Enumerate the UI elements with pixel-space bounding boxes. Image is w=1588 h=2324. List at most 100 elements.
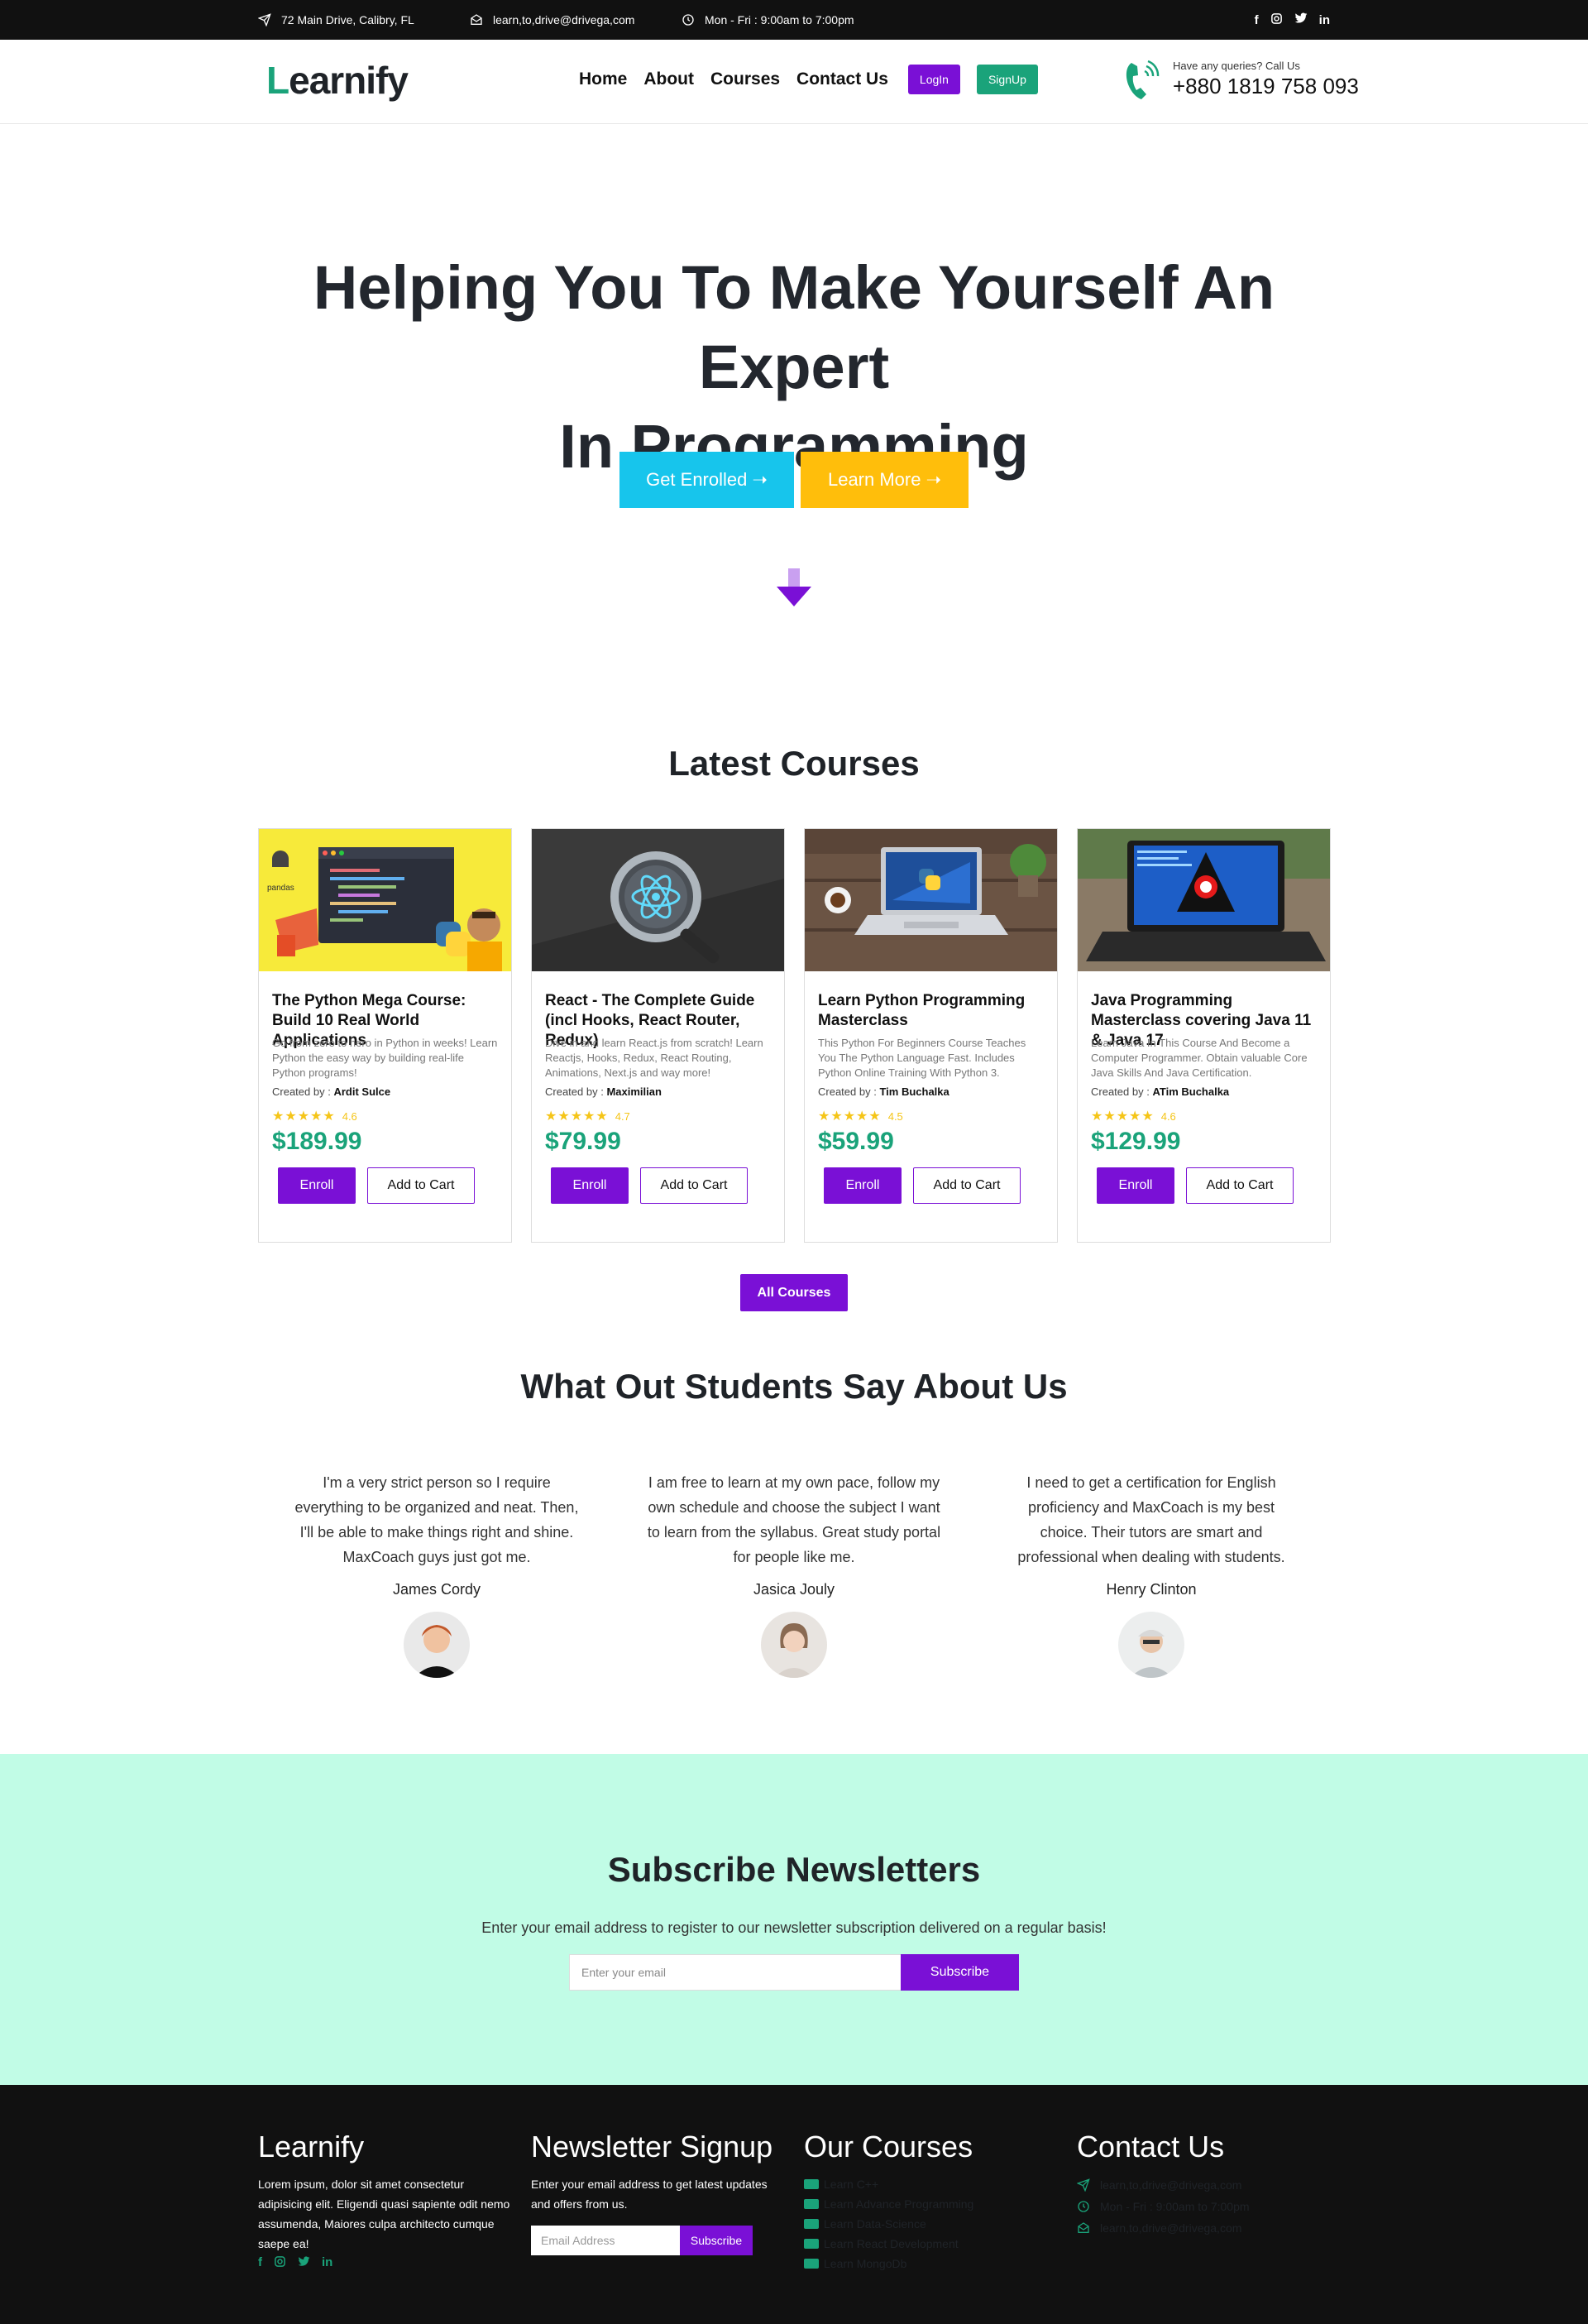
twitter-icon[interactable] bbox=[1294, 12, 1308, 28]
instagram-icon[interactable] bbox=[274, 2255, 286, 2271]
course-title[interactable]: Java Programming Masterclass covering Ja… bbox=[1091, 991, 1317, 1049]
course-rating: ★★★★★ 4.6 bbox=[272, 1108, 498, 1124]
laptop-python-icon[interactable] bbox=[805, 829, 1057, 971]
course-price: $129.99 bbox=[1091, 1128, 1181, 1155]
mail-icon bbox=[1078, 2222, 1089, 2233]
course-rating: ★★★★★ 4.5 bbox=[818, 1108, 1044, 1124]
course-desc: Go from zero to hero in Python in weeks!… bbox=[272, 1037, 498, 1079]
all-courses-button[interactable]: All Courses bbox=[740, 1274, 848, 1311]
book-icon bbox=[804, 2179, 819, 2189]
footer-course-item[interactable]: Learn MongoDb bbox=[804, 2254, 1060, 2274]
signup-button[interactable]: SignUp bbox=[976, 65, 1038, 94]
linkedin-icon[interactable]: in bbox=[322, 2255, 332, 2271]
author-name: Tim Buchalka bbox=[879, 1085, 949, 1098]
call-box: Have any queries? Call Us +880 1819 758 … bbox=[1123, 56, 1359, 103]
nav-home[interactable]: Home bbox=[579, 69, 627, 89]
address-text: 72 Main Drive, Calibry, FL bbox=[281, 13, 414, 26]
top-bar: 72 Main Drive, Calibry, FL learn,to,driv… bbox=[0, 0, 1588, 40]
react-magnifier-icon[interactable] bbox=[532, 829, 784, 971]
subscribe-button[interactable]: Subscribe bbox=[901, 1954, 1019, 1991]
courses-title: Latest Courses bbox=[668, 744, 920, 783]
subscribe-title: Subscribe Newsletters bbox=[607, 1850, 981, 1889]
footer-about: Learnify Lorem ipsum, dolor sit amet con… bbox=[258, 2130, 514, 2271]
course-author: Created by : Tim Buchalka bbox=[818, 1085, 1044, 1098]
testimonial-quote: I am free to learn at my own pace, follo… bbox=[647, 1474, 941, 1565]
arrow-down-icon[interactable] bbox=[775, 567, 813, 610]
add-to-cart-button[interactable]: Add to Cart bbox=[1186, 1167, 1294, 1204]
footer-newsletter-text: Enter your email address to get latest u… bbox=[531, 2178, 768, 2211]
hours-info: Mon - Fri : 9:00am to 7:00pm bbox=[682, 0, 854, 40]
course-price: $59.99 bbox=[818, 1128, 894, 1155]
course-card: React - The Complete Guide (incl Hooks, … bbox=[531, 828, 785, 1243]
nav-about[interactable]: About bbox=[643, 69, 694, 89]
python-code-screen-icon[interactable]: pandas bbox=[259, 829, 511, 971]
laptop-java-icon[interactable] bbox=[1078, 829, 1330, 971]
add-to-cart-button[interactable]: Add to Cart bbox=[640, 1167, 748, 1204]
footer-contact-email[interactable]: learn,to,drive@drivega,com bbox=[1100, 2174, 1241, 2196]
footer-course-item[interactable]: Learn React Development bbox=[804, 2234, 1060, 2254]
nav-courses[interactable]: Courses bbox=[710, 69, 780, 89]
course-title[interactable]: React - The Complete Guide (incl Hooks, … bbox=[545, 991, 771, 1049]
testimonial-card: I am free to learn at my own pace, follo… bbox=[645, 1470, 943, 1678]
course-title[interactable]: Learn Python Programming Masterclass bbox=[818, 991, 1044, 1031]
footer-subscribe-button[interactable]: Subscribe bbox=[680, 2226, 753, 2255]
created-by-label: Created by : bbox=[818, 1085, 877, 1098]
rating-value: 4.6 bbox=[342, 1109, 357, 1123]
send-icon bbox=[1077, 2178, 1090, 2192]
star-rating-icon: ★★★★★ bbox=[272, 1109, 336, 1124]
facebook-icon[interactable]: f bbox=[258, 2255, 262, 2271]
enroll-button[interactable]: Enroll bbox=[824, 1167, 902, 1204]
rating-value: 4.7 bbox=[615, 1109, 630, 1123]
footer-contact-item: Mon - Fri : 9:00am to 7:00pm bbox=[1077, 2196, 1333, 2217]
footer bbox=[0, 2085, 1588, 2324]
learn-more-button[interactable]: Learn More ➝ bbox=[801, 452, 969, 508]
rating-value: 4.5 bbox=[887, 1109, 903, 1123]
linkedin-icon[interactable]: in bbox=[1319, 13, 1330, 27]
email-info: learn,to,drive@drivega,com bbox=[470, 0, 634, 40]
enroll-button[interactable]: Enroll bbox=[551, 1167, 629, 1204]
footer-brand: Learnify bbox=[258, 2130, 365, 2163]
svg-text:pandas: pandas bbox=[267, 884, 294, 893]
footer-course-label: Learn Data-Science bbox=[824, 2217, 926, 2231]
course-author: Created by : Ardit Sulce bbox=[272, 1085, 498, 1098]
rating-value: 4.6 bbox=[1160, 1109, 1176, 1123]
testimonial-name: Henry Clinton bbox=[1106, 1581, 1197, 1598]
footer-course-item[interactable]: Learn Data-Science bbox=[804, 2214, 1060, 2234]
footer-contact-title: Contact Us bbox=[1077, 2130, 1225, 2163]
avatar bbox=[404, 1612, 470, 1678]
course-card: Learn Python Programming Masterclass Thi… bbox=[804, 828, 1058, 1243]
footer-contact-email2[interactable]: learn,to,drive@drivega,com bbox=[1100, 2217, 1241, 2239]
enroll-button[interactable]: Enroll bbox=[278, 1167, 356, 1204]
subscribe-email-input[interactable]: Enter your email bbox=[569, 1954, 902, 1991]
address-info: 72 Main Drive, Calibry, FL bbox=[258, 0, 414, 40]
nav-contact[interactable]: Contact Us bbox=[796, 69, 888, 89]
get-enrolled-button[interactable]: Get Enrolled ➝ bbox=[619, 452, 794, 508]
login-button[interactable]: LogIn bbox=[907, 65, 960, 94]
footer-course-label: Learn Advance Programming bbox=[824, 2197, 974, 2211]
hours-text: Mon - Fri : 9:00am to 7:00pm bbox=[705, 13, 854, 26]
site-logo[interactable]: Learnify bbox=[266, 58, 409, 103]
course-desc: This Python For Beginners Course Teaches… bbox=[818, 1037, 1026, 1079]
email-text[interactable]: learn,to,drive@drivega,com bbox=[493, 13, 634, 26]
clock-icon bbox=[682, 14, 694, 26]
footer-email-input[interactable]: Email Address bbox=[531, 2226, 680, 2255]
hero-title: Helping You To Make Yourself An Expert I… bbox=[215, 248, 1373, 486]
phone-number[interactable]: +880 1819 758 093 bbox=[1173, 74, 1359, 99]
star-rating-icon: ★★★★★ bbox=[1091, 1109, 1155, 1124]
enroll-button[interactable]: Enroll bbox=[1097, 1167, 1174, 1204]
course-desc: Dive in and learn React.js from scratch!… bbox=[545, 1037, 763, 1079]
footer-course-item[interactable]: Learn C++ bbox=[804, 2174, 1060, 2194]
testimonial-quote: I'm a very strict person so I require ev… bbox=[294, 1474, 579, 1565]
footer-course-label: Learn MongoDb bbox=[824, 2257, 907, 2270]
course-title[interactable]: The Python Mega Course: Build 10 Real Wo… bbox=[272, 991, 498, 1049]
twitter-icon[interactable] bbox=[298, 2255, 310, 2271]
footer-contact-hours: Mon - Fri : 9:00am to 7:00pm bbox=[1100, 2200, 1250, 2213]
facebook-icon[interactable]: f bbox=[1255, 13, 1259, 27]
footer-course-item[interactable]: Learn Advance Programming bbox=[804, 2194, 1060, 2214]
created-by-label: Created by : bbox=[1091, 1085, 1150, 1098]
main-menu: Home About Courses Contact Us LogIn Sign… bbox=[579, 65, 1038, 94]
course-author: Created by : ATim Buchalka bbox=[1091, 1085, 1317, 1098]
add-to-cart-button[interactable]: Add to Cart bbox=[367, 1167, 475, 1204]
add-to-cart-button[interactable]: Add to Cart bbox=[913, 1167, 1021, 1204]
instagram-icon[interactable] bbox=[1270, 12, 1283, 28]
